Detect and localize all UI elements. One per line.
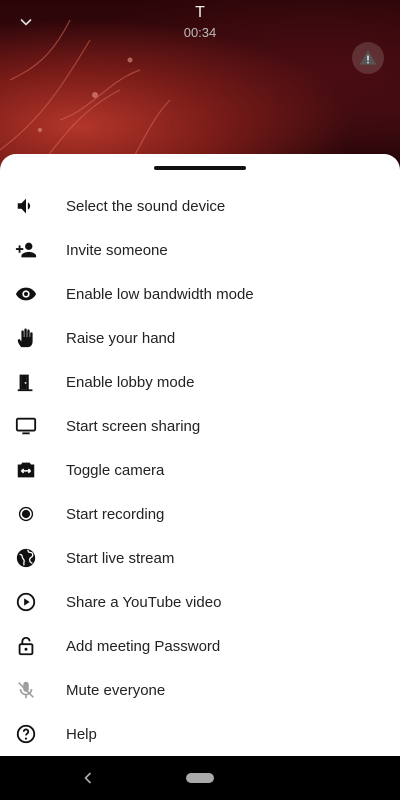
system-navigation-bar: [0, 756, 400, 800]
camera-switch-icon: [0, 459, 52, 481]
nav-back-button[interactable]: [78, 768, 98, 788]
help-icon: [0, 723, 52, 745]
menu-item-label: Start live stream: [66, 549, 175, 567]
eye-icon: [0, 283, 52, 305]
back-chevron-icon: [84, 772, 92, 784]
menu-item-youtube[interactable]: Share a YouTube video: [0, 580, 400, 624]
warning-icon: [359, 50, 377, 65]
door-icon: [0, 371, 52, 393]
lock-icon: [0, 635, 52, 657]
record-icon: [0, 503, 52, 525]
overflow-menu-sheet: Select the sound device Invite someone E…: [0, 154, 400, 756]
globe-icon: [0, 547, 52, 569]
menu-item-label: Add meeting Password: [66, 637, 221, 655]
menu-item-help[interactable]: Help: [0, 712, 400, 756]
menu-item-label: Select the sound device: [66, 197, 226, 215]
call-timer: 00:34: [183, 25, 217, 40]
menu-item-label: Mute everyone: [66, 681, 166, 699]
menu-item-label: Help: [66, 725, 97, 743]
monitor-icon: [0, 415, 52, 437]
menu-item-label: Share a YouTube video: [66, 593, 222, 611]
video-background: T 00:34: [0, 0, 400, 180]
hand-icon: [0, 327, 52, 349]
menu-item-sound-device[interactable]: Select the sound device: [0, 184, 400, 228]
participant-name: T: [195, 4, 205, 21]
sheet-drag-handle[interactable]: [154, 166, 246, 170]
menu-item-label: Start recording: [66, 505, 165, 523]
overflow-menu: Select the sound device Invite someone E…: [0, 184, 400, 756]
menu-item-raise-hand[interactable]: Raise your hand: [0, 316, 400, 360]
menu-item-screen-sharing[interactable]: Start screen sharing: [0, 404, 400, 448]
menu-item-invite[interactable]: Invite someone: [0, 228, 400, 272]
menu-item-live-stream[interactable]: Start live stream: [0, 536, 400, 580]
menu-item-recording[interactable]: Start recording: [0, 492, 400, 536]
menu-item-label: Raise your hand: [66, 329, 176, 347]
menu-item-label: Invite someone: [66, 241, 168, 259]
menu-item-label: Enable low bandwidth mode: [66, 285, 254, 303]
warning-button[interactable]: [352, 42, 384, 74]
menu-item-label: Start screen sharing: [66, 417, 201, 435]
mic-off-icon: [0, 679, 52, 701]
nav-home-pill[interactable]: [186, 773, 214, 783]
menu-item-meeting-password[interactable]: Add meeting Password: [0, 624, 400, 668]
menu-item-mute-everyone[interactable]: Mute everyone: [0, 668, 400, 712]
menu-item-lobby-mode[interactable]: Enable lobby mode: [0, 360, 400, 404]
volume-icon: [0, 195, 52, 217]
menu-item-label: Enable lobby mode: [66, 373, 195, 391]
menu-item-low-bandwidth[interactable]: Enable low bandwidth mode: [0, 272, 400, 316]
play-circle-icon: [0, 591, 52, 613]
menu-item-toggle-camera[interactable]: Toggle camera: [0, 448, 400, 492]
menu-item-label: Toggle camera: [66, 461, 165, 479]
person-add-icon: [0, 239, 52, 261]
